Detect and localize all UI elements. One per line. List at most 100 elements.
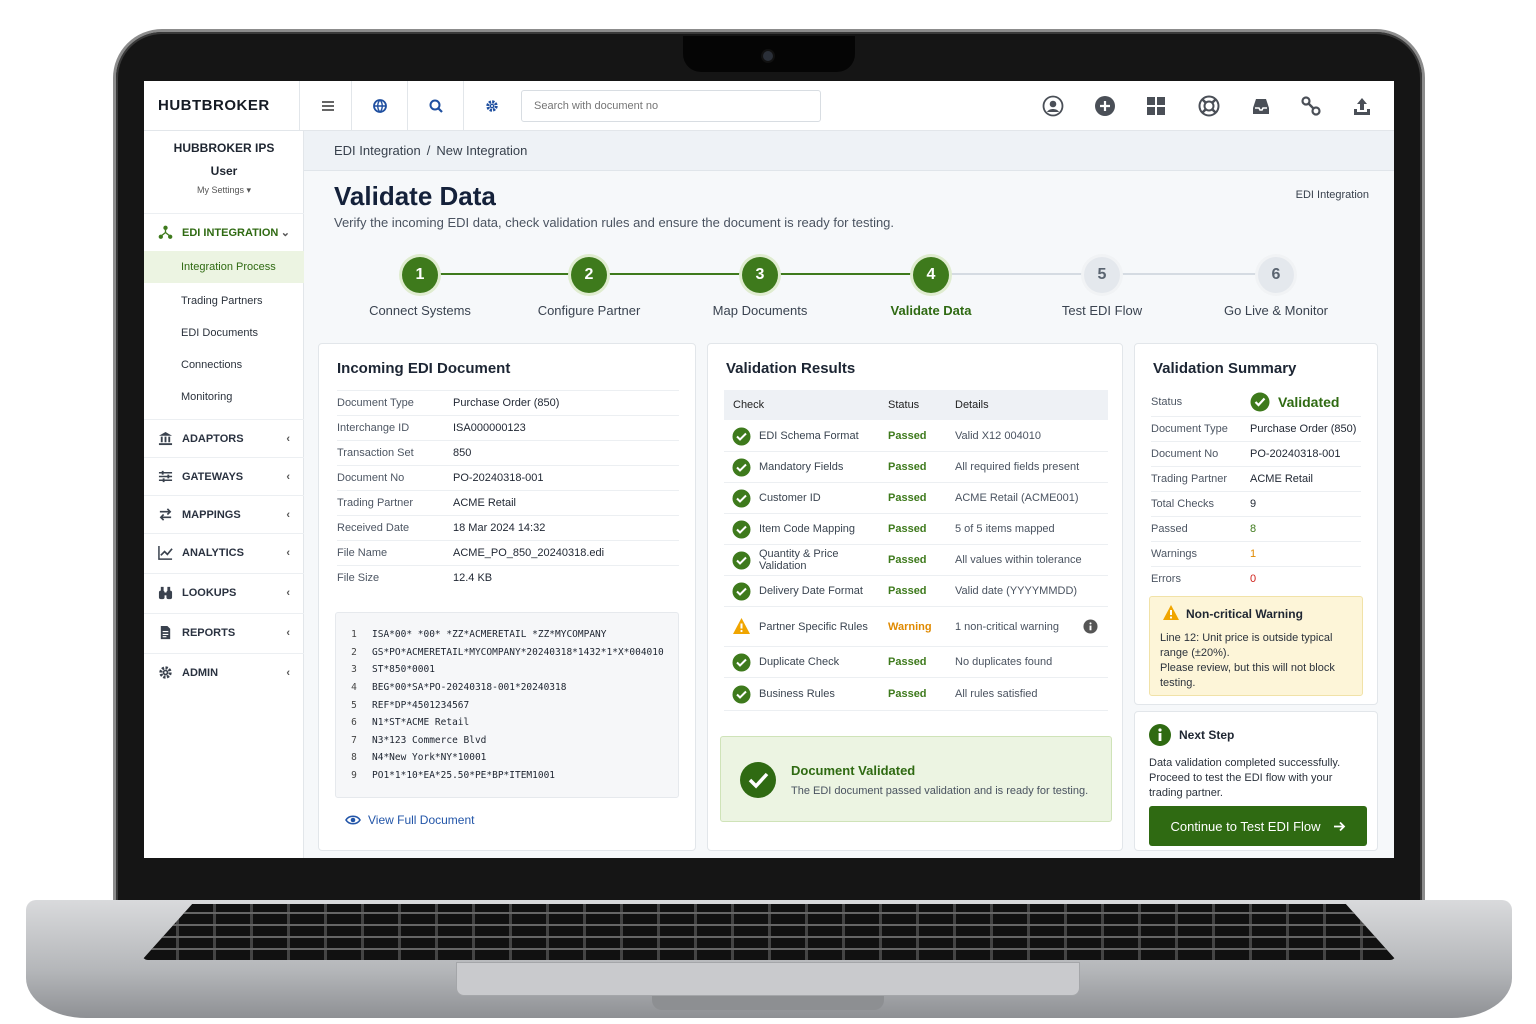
incoming-detail-row: File Size 12.4 KB	[337, 565, 679, 590]
validation-row: Mandatory Fields Passed All required field…	[724, 452, 1108, 483]
code-line: 5 REF*DP*4501234567	[351, 699, 470, 711]
non-critical-warning-box: Non-critical Warning Line 12: Unit price…	[1149, 596, 1363, 696]
warning-triangle-icon	[733, 618, 750, 634]
sidebar-item-monitoring[interactable]: Monitoring	[144, 381, 304, 413]
nav-admin[interactable]: ADMIN ‹	[144, 653, 304, 691]
search-input[interactable]	[521, 90, 821, 122]
sidebar-item-edi-documents[interactable]: EDI Documents	[144, 317, 304, 349]
step-configure-partner[interactable]: 2 Configure Partner	[509, 257, 669, 318]
breadcrumb-parent[interactable]: EDI Integration	[334, 143, 421, 158]
sidebar-item-integration-process[interactable]: Integration Process	[144, 251, 304, 283]
status-badge: Passed	[888, 585, 927, 597]
app-screen: HUBTBROKER Search with document no HUBBR…	[144, 81, 1394, 858]
user-name: User	[210, 164, 238, 178]
sidebar-item-trading-partners[interactable]: Trading Partners	[144, 285, 304, 317]
step-connect-systems[interactable]: 1 Connect Systems	[340, 257, 500, 318]
gear-icon	[485, 100, 498, 112]
my-settings-link[interactable]: My Settings ▾	[144, 185, 304, 196]
step-test-edi-flow[interactable]: 5 Test EDI Flow	[1022, 257, 1182, 318]
chevron-left-icon: ‹	[286, 546, 290, 559]
code-line: 7 N3*123 Commerce Blvd	[351, 734, 487, 746]
bank-icon	[158, 431, 173, 446]
nav-adaptors[interactable]: ADAPTORS ‹	[144, 419, 304, 457]
nav-gateways[interactable]: GATEWAYS ‹	[144, 457, 304, 495]
search-button[interactable]	[407, 81, 463, 131]
line-chart-icon	[158, 545, 173, 560]
support-button[interactable]	[1198, 95, 1220, 117]
step-map-documents[interactable]: 3 Map Documents	[680, 257, 840, 318]
code-line: 1 ISA*00* *00* *ZZ*ACMERETAIL *ZZ*MYCOMPA…	[351, 629, 607, 641]
check-circle-icon	[732, 551, 751, 569]
incoming-detail-row: Document No PO-20240318-001	[337, 465, 679, 490]
user-account-button[interactable]	[1042, 95, 1064, 117]
incoming-detail-row: Received Date 18 Mar 2024 14:32	[337, 515, 679, 540]
chevron-left-icon: ‹	[286, 586, 290, 599]
search-icon	[429, 99, 443, 113]
arrow-right-icon	[1333, 821, 1345, 831]
code-line: 9 PO1*1*10*EA*25.50*PE*BP*ITEM1001	[351, 770, 556, 782]
incoming-detail-row: Document Type Purchase Order (850)	[337, 390, 679, 415]
upload-button[interactable]	[1351, 95, 1373, 117]
summary-row: Document No PO-20240318-001	[1151, 441, 1361, 466]
app-logo[interactable]: HUBTBROKER	[158, 97, 270, 114]
org-name: HUBBROKER IPS	[173, 141, 275, 155]
incoming-edi-title: Incoming EDI Document	[337, 360, 511, 377]
connections-button[interactable]	[1300, 95, 1322, 117]
summary-status-badge: Validated	[1278, 394, 1340, 410]
status-badge: Passed	[888, 492, 927, 504]
trackpad	[456, 962, 1080, 996]
swap-arrows-icon	[159, 508, 172, 521]
nav-lookups[interactable]: LOOKUPS ‹	[144, 573, 304, 611]
apps-button[interactable]	[1145, 95, 1167, 117]
validation-table-header: Check Status Details	[724, 390, 1108, 420]
summary-row: Errors 0	[1151, 566, 1361, 591]
menu-button[interactable]	[299, 81, 355, 131]
validation-row: Business Rules Passed All rules satisfied	[724, 678, 1108, 711]
network-icon	[158, 225, 173, 239]
nav-analytics[interactable]: ANALYTICS ‹	[144, 533, 304, 571]
breadcrumb-current: New Integration	[436, 143, 528, 158]
chevron-left-icon: ‹	[286, 666, 290, 679]
summary-row: Warnings 1	[1151, 541, 1361, 566]
lifebuoy-icon	[1198, 95, 1220, 117]
chevron-left-icon: ‹	[286, 470, 290, 483]
check-circle-icon	[732, 489, 751, 507]
chevron-down-icon: ⌄	[280, 227, 290, 239]
info-icon[interactable]	[1083, 619, 1098, 634]
validation-row: Customer ID Passed ACME Retail (ACME001)	[724, 483, 1108, 514]
validation-summary-title: Validation Summary	[1153, 360, 1297, 377]
warning-triangle-icon	[1163, 605, 1179, 620]
settings-button[interactable]	[463, 81, 519, 131]
sidebar-item-connections[interactable]: Connections	[144, 349, 304, 381]
code-line: 2 GS*PO*ACMERETAIL*MYCOMPANY*20240318*143…	[351, 646, 664, 658]
status-badge: Passed	[888, 688, 927, 700]
validation-row: Item Code Mapping Passed 5 of 5 items mapp…	[724, 514, 1108, 545]
continue-to-test-edi-flow-button[interactable]: Continue to Test EDI Flow	[1149, 806, 1367, 846]
keyboard	[142, 904, 1396, 960]
check-circle-icon	[732, 520, 751, 538]
nav-edi-integration[interactable]: EDI INTEGRATION ⌄	[144, 213, 304, 251]
binoculars-icon	[158, 586, 173, 600]
check-circle-icon	[732, 582, 751, 600]
nav-reports[interactable]: REPORTS ‹	[144, 613, 304, 651]
view-full-document-link[interactable]: View Full Document	[345, 812, 475, 828]
edi-code-viewer[interactable]: 1 ISA*00* *00* *ZZ*ACMERETAIL *ZZ*MYCOMPA…	[335, 612, 679, 798]
validation-results-title: Validation Results	[726, 360, 856, 377]
add-button[interactable]	[1094, 95, 1116, 117]
header-edi-integration-link[interactable]: EDI Integration	[1296, 189, 1369, 201]
incoming-detail-row: Transaction Set 850	[337, 440, 679, 465]
link-icon	[1301, 96, 1321, 116]
step-validate-data[interactable]: 4 Validate Data	[851, 257, 1011, 318]
check-circle-icon	[732, 653, 751, 671]
eye-icon	[345, 815, 361, 825]
summary-row: Document Type Purchase Order (850)	[1151, 416, 1361, 441]
globe-button[interactable]	[351, 81, 407, 131]
menu-icon	[321, 101, 334, 111]
step-go-live-monitor[interactable]: 6 Go Live & Monitor	[1196, 257, 1356, 318]
nav-mappings[interactable]: MAPPINGS ‹	[144, 495, 304, 533]
inbox-button[interactable]	[1250, 95, 1272, 117]
status-badge: Passed	[888, 461, 927, 473]
code-line: 3 ST*850*0001	[351, 664, 435, 676]
document-validated-banner: Document Validated The EDI document pass…	[720, 736, 1112, 822]
validation-row: Delivery Date Format Passed Valid date (YY…	[724, 576, 1108, 607]
